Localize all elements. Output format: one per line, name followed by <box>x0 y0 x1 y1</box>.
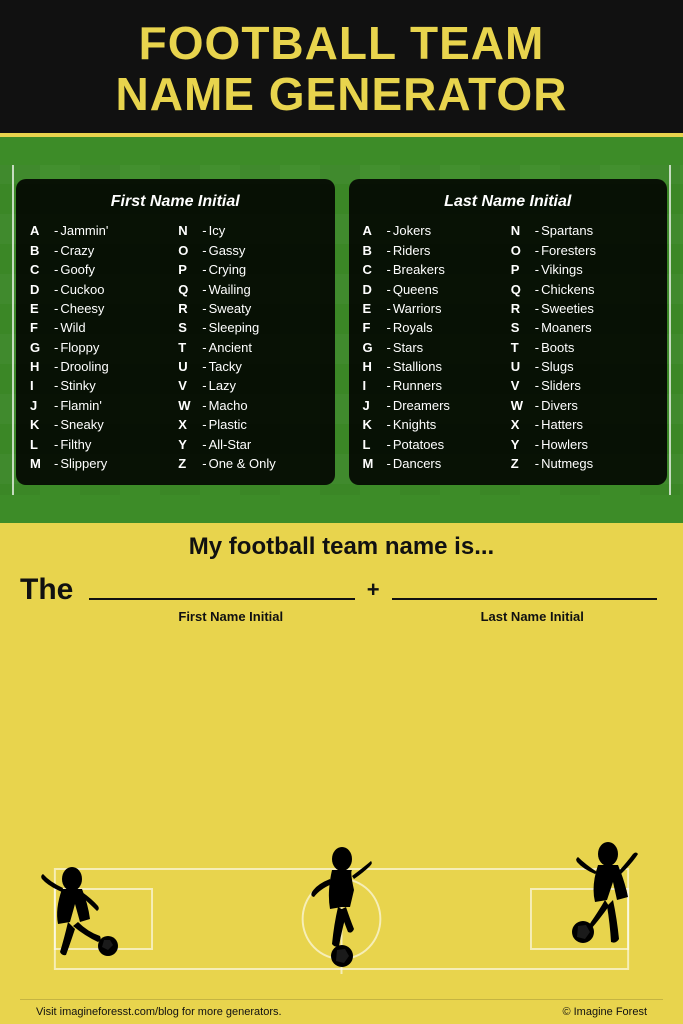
footer-right: © Imagine Forest <box>562 1006 647 1018</box>
list-item: L - Potatoes <box>363 434 505 453</box>
list-item: R - Sweaty <box>178 299 320 318</box>
list-item: G - Stars <box>363 337 505 356</box>
list-item: H - Stallions <box>363 357 505 376</box>
first-name-table-title: First Name Initial <box>30 193 321 211</box>
list-item: U - Slugs <box>511 357 653 376</box>
first-name-grid: A - Jammin'B - CrazyC - GoofyD - CuckooE… <box>30 221 321 473</box>
subtitle: My football team name is... <box>20 533 663 561</box>
list-item: S - Moaners <box>511 318 653 337</box>
list-item: W - Divers <box>511 396 653 415</box>
list-item: L - Filthy <box>30 434 172 453</box>
footer: Visit imagineforesst.com/blog for more g… <box>20 999 663 1024</box>
list-item: T - Ancient <box>178 337 320 356</box>
list-item: G - Floppy <box>30 337 172 356</box>
list-item: D - Cuckoo <box>30 279 172 298</box>
silhouettes <box>20 624 663 999</box>
list-item: A - Jammin' <box>30 221 172 240</box>
list-item: Z - One & Only <box>178 454 320 473</box>
content: FOOTBALL TEAM NAME GENERATOR First Name … <box>0 0 683 1024</box>
plus-sign: + <box>367 577 380 603</box>
green-stripe-top <box>0 137 683 165</box>
list-item: O - Gassy <box>178 241 320 260</box>
the-label: The <box>20 573 73 607</box>
last-name-table-title: Last Name Initial <box>363 193 654 211</box>
header: FOOTBALL TEAM NAME GENERATOR <box>0 0 683 137</box>
list-item: O - Foresters <box>511 241 653 260</box>
list-item: T - Boots <box>511 337 653 356</box>
tables-section: First Name Initial A - Jammin'B - CrazyC… <box>0 165 683 495</box>
list-item: Y - Howlers <box>511 434 653 453</box>
list-item: E - Cheesy <box>30 299 172 318</box>
list-item: B - Crazy <box>30 241 172 260</box>
green-stripe-bottom <box>0 495 683 523</box>
list-item: M - Dancers <box>363 454 505 473</box>
first-name-col2: N - IcyO - GassyP - CryingQ - WailingR -… <box>178 221 320 473</box>
first-name-col1: A - Jammin'B - CrazyC - GoofyD - CuckooE… <box>30 221 172 473</box>
last-name-col2: N - SpartansO - ForestersP - VikingsQ - … <box>511 221 653 473</box>
page-title: FOOTBALL TEAM NAME GENERATOR <box>20 18 663 119</box>
labels-row: First Name Initial Last Name Initial <box>100 609 663 624</box>
main-wrapper: FOOTBALL TEAM NAME GENERATOR First Name … <box>0 0 683 1024</box>
list-item: K - Knights <box>363 415 505 434</box>
list-item: F - Wild <box>30 318 172 337</box>
list-item: X - Plastic <box>178 415 320 434</box>
list-item: X - Hatters <box>511 415 653 434</box>
last-name-label: Last Name Initial <box>402 609 664 624</box>
list-item: R - Sweeties <box>511 299 653 318</box>
list-item: F - Royals <box>363 318 505 337</box>
list-item: B - Riders <box>363 241 505 260</box>
list-item: H - Drooling <box>30 357 172 376</box>
list-item: K - Sneaky <box>30 415 172 434</box>
last-name-col1: A - JokersB - RidersC - BreakersD - Quee… <box>363 221 505 473</box>
player-right-silhouette <box>553 834 663 979</box>
list-item: Q - Chickens <box>511 279 653 298</box>
last-name-line <box>392 580 657 600</box>
list-item: I - Runners <box>363 376 505 395</box>
last-name-grid: A - JokersB - RidersC - BreakersD - Quee… <box>363 221 654 473</box>
list-item: D - Queens <box>363 279 505 298</box>
list-item: S - Sleeping <box>178 318 320 337</box>
first-name-line <box>89 580 354 600</box>
list-item: U - Tacky <box>178 357 320 376</box>
list-item: C - Goofy <box>30 260 172 279</box>
last-name-table: Last Name Initial A - JokersB - RidersC … <box>349 179 668 485</box>
list-item: M - Slippery <box>30 454 172 473</box>
list-item: N - Icy <box>178 221 320 240</box>
list-item: A - Jokers <box>363 221 505 240</box>
first-name-label: First Name Initial <box>100 609 362 624</box>
first-name-table: First Name Initial A - Jammin'B - CrazyC… <box>16 179 335 485</box>
list-item: Z - Nutmegs <box>511 454 653 473</box>
list-item: V - Sliders <box>511 376 653 395</box>
list-item: Q - Wailing <box>178 279 320 298</box>
list-item: P - Crying <box>178 260 320 279</box>
list-item: P - Vikings <box>511 260 653 279</box>
list-item: E - Warriors <box>363 299 505 318</box>
list-item: I - Stinky <box>30 376 172 395</box>
bottom-section: My football team name is... The + First … <box>0 523 683 1024</box>
list-item: J - Flamin' <box>30 396 172 415</box>
list-item: Y - All-Star <box>178 434 320 453</box>
list-item: C - Breakers <box>363 260 505 279</box>
list-item: N - Spartans <box>511 221 653 240</box>
list-item: V - Lazy <box>178 376 320 395</box>
player-left-silhouette <box>20 844 130 979</box>
player-center-silhouette <box>292 834 392 979</box>
footer-left: Visit imagineforesst.com/blog for more g… <box>36 1006 282 1018</box>
team-name-row: The + <box>20 573 663 607</box>
list-item: W - Macho <box>178 396 320 415</box>
list-item: J - Dreamers <box>363 396 505 415</box>
